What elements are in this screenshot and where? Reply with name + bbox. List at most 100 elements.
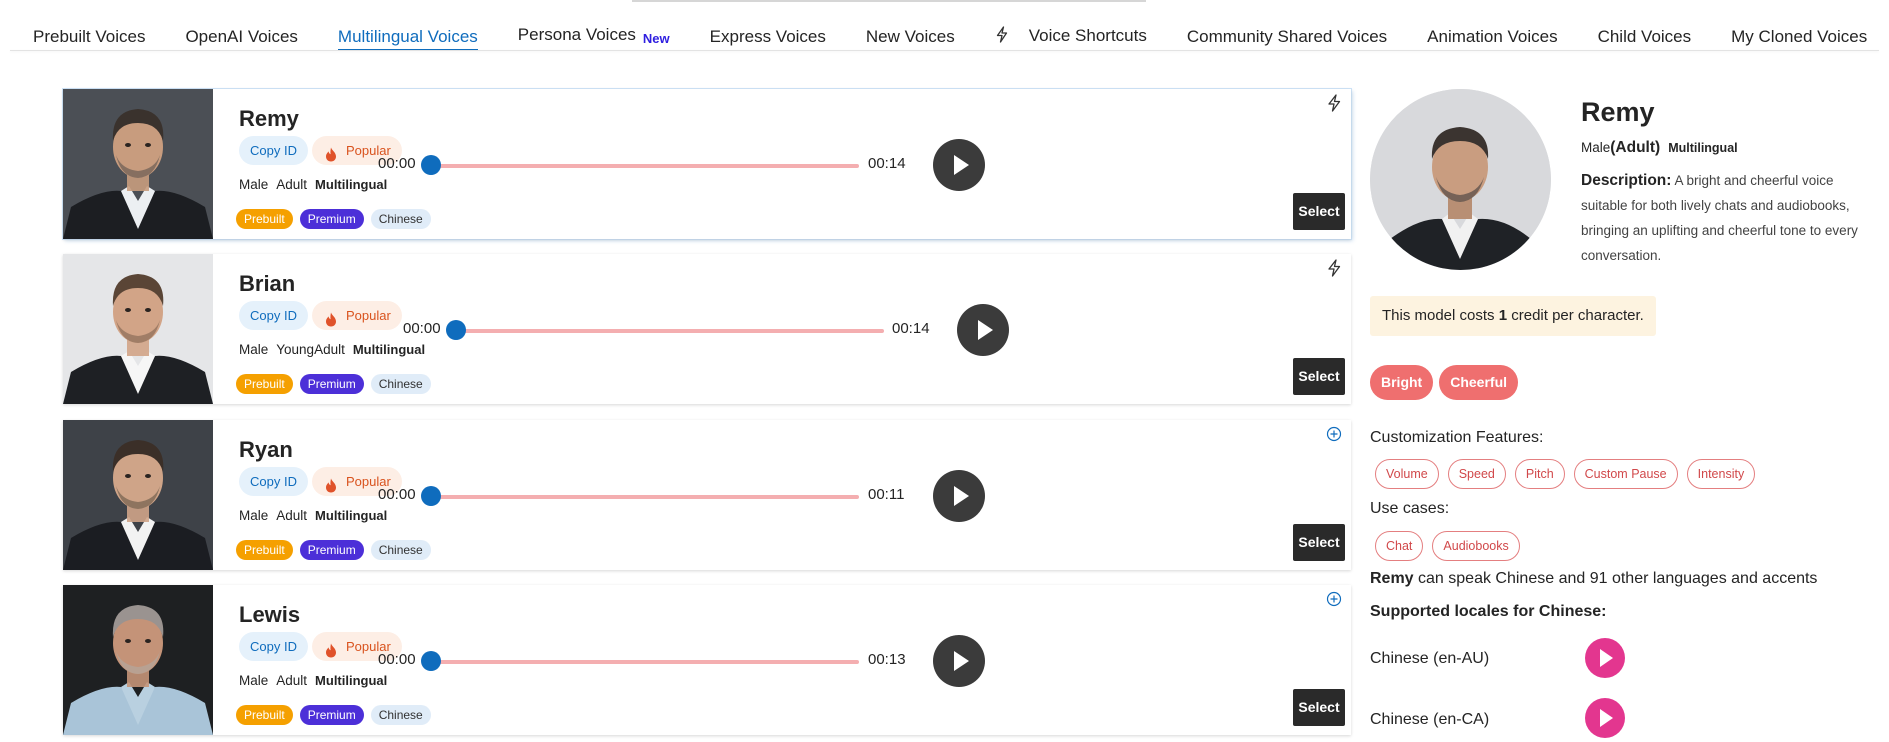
- credit-suffix: credit per character.: [1511, 307, 1644, 324]
- tab-community-shared-voices[interactable]: Community Shared Voices: [1187, 26, 1387, 48]
- audio-progress-track[interactable]: [432, 495, 859, 499]
- tab-child-voices[interactable]: Child Voices: [1598, 26, 1692, 48]
- audio-progress-thumb[interactable]: [421, 486, 441, 506]
- tab-list: Prebuilt Voices OpenAI Voices Multilingu…: [33, 24, 1889, 51]
- audio-progress-track[interactable]: [432, 660, 859, 664]
- tag-premium: Premium: [299, 209, 364, 229]
- description-label: Description:: [1581, 172, 1672, 189]
- current-time: 00:00: [378, 486, 416, 503]
- tab-animation-voices[interactable]: Animation Voices: [1427, 26, 1557, 48]
- select-button[interactable]: Select: [1293, 193, 1345, 230]
- voice-age: Adult: [276, 177, 308, 192]
- audio-progress-thumb[interactable]: [421, 651, 441, 671]
- tab-label: My Cloned Voices: [1731, 27, 1868, 46]
- tab-multilingual-voices[interactable]: Multilingual Voices: [337, 26, 478, 51]
- voice-age: YoungAdult: [276, 342, 345, 357]
- tab-label: Multilingual Voices: [337, 27, 478, 46]
- tag-language: Chinese: [370, 209, 431, 229]
- tab-express-voices[interactable]: Express Voices: [710, 26, 826, 48]
- select-button[interactable]: Select: [1293, 524, 1345, 561]
- use-case-chat: Chat: [1375, 531, 1424, 561]
- tab-voice-shortcuts[interactable]: Voice Shortcuts: [995, 25, 1147, 49]
- feature-custom-pause: Custom Pause: [1573, 459, 1678, 489]
- detail-gender: Male: [1581, 140, 1611, 155]
- feature-volume: Volume: [1375, 459, 1439, 489]
- tag-prebuilt: Prebuilt: [236, 209, 293, 229]
- play-icon: [954, 155, 969, 175]
- tab-label: OpenAI Voices: [185, 27, 298, 46]
- voice-model: Multilingual: [352, 342, 426, 357]
- customization-list: Volume Speed Pitch Custom Pause Intensit…: [1375, 459, 1756, 489]
- flame-icon: [325, 308, 337, 327]
- tag-premium: Premium: [299, 540, 364, 560]
- copy-id-button[interactable]: Copy ID: [239, 301, 308, 330]
- tag-prebuilt: Prebuilt: [236, 374, 293, 394]
- voice-name: Brian: [239, 271, 296, 296]
- locale-play-button-en-au[interactable]: [1585, 638, 1625, 678]
- voice-card[interactable]: Ryan Copy ID Popular Male Adult Multilingual P…: [63, 420, 1351, 570]
- tab-openai-voices[interactable]: OpenAI Voices: [185, 26, 297, 48]
- detail-voice-name: Remy: [1581, 97, 1655, 127]
- play-icon: [978, 320, 993, 340]
- tag-premium: Premium: [299, 374, 364, 394]
- tab-new-voices[interactable]: New Voices: [866, 26, 955, 48]
- voice-card[interactable]: Lewis Copy ID Popular Male Adult Multilingual…: [63, 585, 1351, 735]
- voice-gender: Male: [239, 508, 269, 523]
- audio-progress-track[interactable]: [432, 164, 859, 168]
- play-button[interactable]: [933, 139, 985, 191]
- tag-prebuilt: Prebuilt: [236, 540, 293, 560]
- tab-label: Prebuilt Voices: [33, 27, 146, 46]
- flame-icon: [325, 474, 337, 493]
- audio-progress-track[interactable]: [457, 329, 884, 333]
- voice-gender: Male: [239, 177, 269, 192]
- copy-id-button[interactable]: Copy ID: [239, 632, 308, 661]
- locale-play-button-en-ca[interactable]: [1585, 698, 1625, 738]
- voice-age: Adult: [276, 673, 308, 688]
- voice-model: Multilingual: [315, 508, 388, 523]
- new-badge: New: [642, 31, 670, 46]
- bolt-icon[interactable]: [1326, 94, 1342, 112]
- play-button[interactable]: [957, 304, 1009, 356]
- audio-progress-thumb[interactable]: [421, 155, 441, 175]
- current-time: 00:00: [378, 651, 416, 668]
- detail-voice-meta: Male(Adult) Multilingual: [1581, 139, 1738, 157]
- copy-id-button[interactable]: Copy ID: [239, 467, 308, 496]
- add-circle-icon[interactable]: [1326, 590, 1342, 608]
- tab-label: Persona Voices: [517, 25, 636, 44]
- tag-prebuilt: Prebuilt: [236, 705, 293, 725]
- tab-persona-voices[interactable]: Persona Voices New: [518, 24, 670, 50]
- credit-prefix: This model costs: [1382, 307, 1495, 324]
- voice-tag-list: Prebuilt Premium Chinese: [236, 209, 431, 229]
- voice-card[interactable]: Brian Copy ID Popular Male YoungAdult Multili…: [63, 254, 1351, 404]
- tag-language: Chinese: [370, 705, 431, 725]
- voice-gender: Male: [239, 342, 269, 357]
- select-button[interactable]: Select: [1293, 358, 1345, 395]
- tag-premium: Premium: [299, 705, 364, 725]
- voice-avatar: [63, 585, 213, 735]
- select-button[interactable]: Select: [1293, 689, 1345, 726]
- tab-label: Animation Voices: [1427, 27, 1558, 46]
- speak-voice-name: Remy: [1370, 570, 1414, 587]
- play-button[interactable]: [933, 635, 985, 687]
- copy-id-button[interactable]: Copy ID: [239, 136, 308, 165]
- tab-my-cloned-voices[interactable]: My Cloned Voices: [1731, 26, 1867, 48]
- bolt-icon[interactable]: [1326, 259, 1342, 277]
- play-icon: [954, 651, 969, 671]
- tag-language: Chinese: [370, 540, 431, 560]
- play-icon: [1600, 649, 1613, 667]
- voice-name: Ryan: [239, 437, 293, 462]
- voice-card[interactable]: Remy Copy ID Popular Male Adult Multilingual P…: [63, 89, 1351, 239]
- voice-age: Adult: [276, 508, 308, 523]
- voice-category-tabbar: Prebuilt Voices OpenAI Voices Multilingu…: [0, 0, 1889, 52]
- tab-prebuilt-voices[interactable]: Prebuilt Voices: [33, 26, 145, 48]
- play-icon: [954, 486, 969, 506]
- audio-progress-thumb[interactable]: [446, 320, 466, 340]
- detail-description: Description: A bright and cheerful voice…: [1581, 168, 1881, 268]
- horizontal-scrollbar[interactable]: [632, 0, 1146, 2]
- duration-time: 00:14: [892, 320, 930, 337]
- add-circle-icon[interactable]: [1326, 425, 1342, 443]
- tabbar-divider: [10, 50, 1879, 51]
- detail-avatar: [1370, 89, 1551, 270]
- popular-badge: Popular: [312, 301, 402, 330]
- play-button[interactable]: [933, 470, 985, 522]
